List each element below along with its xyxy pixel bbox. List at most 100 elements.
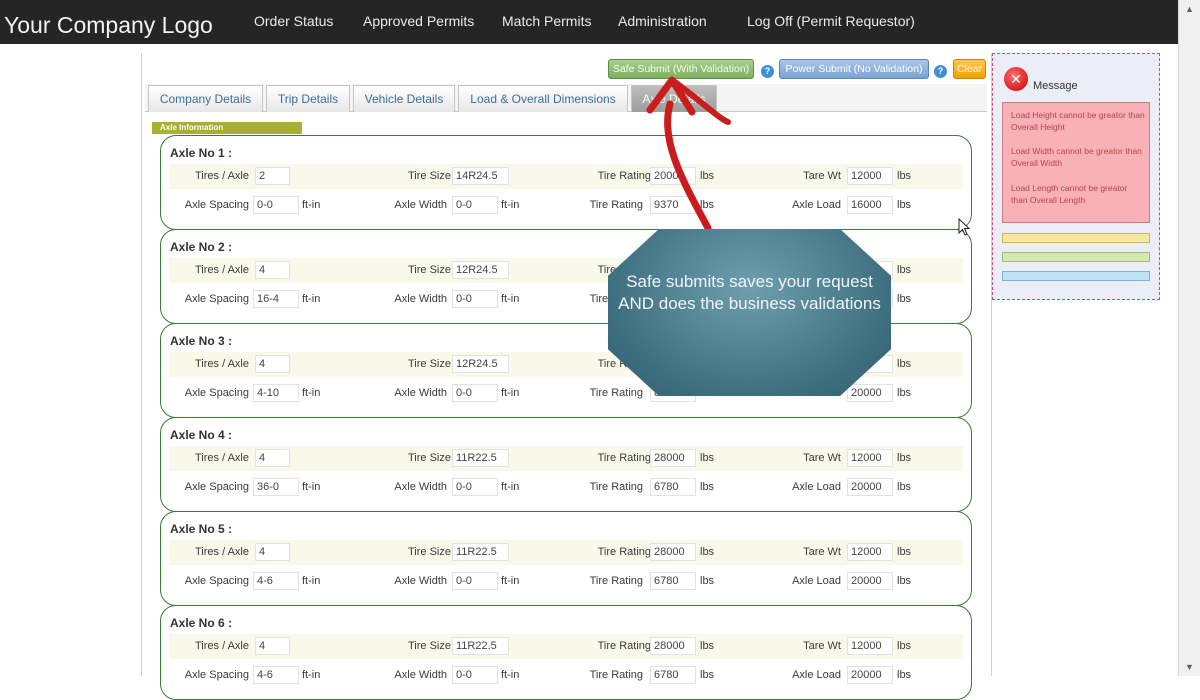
- vertical-scrollbar[interactable]: ▲ ▼: [1178, 0, 1200, 676]
- axle-load-input[interactable]: 20000: [847, 478, 893, 496]
- axle-field-row: Axle Spacing 36-0 ft-in Axle Width 0-0 ft-in T…: [169, 475, 963, 500]
- tare-weight-input[interactable]: 12000: [847, 543, 893, 561]
- info-bar: [1002, 271, 1150, 281]
- tare-weight-unit: lbs: [897, 358, 912, 370]
- axle-spacing-input[interactable]: 0-0: [253, 196, 299, 214]
- success-bar: [1002, 252, 1150, 262]
- axle-load-label: Axle Load: [792, 575, 841, 587]
- tires-per-axle-input[interactable]: 4: [255, 261, 290, 279]
- axle-load-input[interactable]: 20000: [847, 384, 893, 402]
- axle-tire-rating-input[interactable]: 6780: [650, 666, 696, 684]
- axle-width-input[interactable]: 0-0: [452, 384, 498, 402]
- tare-weight-unit: lbs: [897, 640, 912, 652]
- axle-spacing-label: Axle Spacing: [184, 481, 249, 493]
- tire-rating-input[interactable]: 28000: [650, 449, 696, 467]
- tires-per-axle-label: Tires / Axle: [195, 452, 249, 464]
- axle-width-unit: ft-in: [501, 481, 520, 493]
- power-submit-button[interactable]: Power Submit (No Validation): [779, 59, 929, 79]
- nav-match-permits[interactable]: Match Permits: [502, 13, 591, 29]
- axle-card: Axle No 6 : Tires / Axle 4 Tire Size 11R22.5…: [160, 605, 972, 700]
- tire-size-input[interactable]: 11R22.5: [452, 449, 509, 467]
- axle-spacing-input[interactable]: 4-6: [253, 572, 299, 590]
- axle-spacing-label: Axle Spacing: [184, 575, 249, 587]
- tire-rating-input[interactable]: 28000: [650, 637, 696, 655]
- axle-width-input[interactable]: 0-0: [452, 478, 498, 496]
- scroll-up-icon[interactable]: ▲: [1185, 4, 1194, 14]
- axle-load-input[interactable]: 16000: [847, 196, 893, 214]
- axle-title: Axle No 6 :: [170, 616, 233, 630]
- axle-spacing-unit: ft-in: [302, 481, 321, 493]
- axle-spacing-unit: ft-in: [302, 669, 321, 681]
- tab-vehicle-details[interactable]: Vehicle Details: [353, 85, 455, 112]
- callout-arrow-icon: [646, 76, 731, 232]
- axle-load-input[interactable]: 20000: [847, 666, 893, 684]
- tire-size-input[interactable]: 11R22.5: [452, 543, 509, 561]
- axle-width-unit: ft-in: [501, 293, 520, 305]
- power-submit-help-icon[interactable]: ?: [934, 65, 947, 78]
- axle-load-unit: lbs: [897, 669, 912, 681]
- clear-button[interactable]: Clear: [953, 59, 986, 79]
- axle-spacing-input[interactable]: 36-0: [253, 478, 299, 496]
- tire-size-input[interactable]: 11R22.5: [452, 637, 509, 655]
- axle-spacing-label: Axle Spacing: [184, 387, 249, 399]
- mouse-pointer-icon: [958, 218, 971, 236]
- axle-load-label: Axle Load: [792, 481, 841, 493]
- tare-weight-unit: lbs: [897, 546, 912, 558]
- axle-tire-rating-label: Tire Rating: [589, 669, 643, 681]
- axle-spacing-unit: ft-in: [302, 199, 321, 211]
- error-message: Load Length cannot be greator than Overa…: [1011, 183, 1128, 205]
- tare-weight-input[interactable]: 12000: [847, 167, 893, 185]
- tire-rating-unit: lbs: [700, 452, 715, 464]
- tare-weight-input[interactable]: 12000: [847, 637, 893, 655]
- axle-spacing-input[interactable]: 4-6: [253, 666, 299, 684]
- tire-rating-unit: lbs: [700, 640, 715, 652]
- axle-width-label: Axle Width: [394, 669, 447, 681]
- tires-per-axle-label: Tires / Axle: [195, 264, 249, 276]
- axle-spacing-input[interactable]: 16-4: [253, 290, 299, 308]
- tires-per-axle-input[interactable]: 4: [255, 637, 290, 655]
- axle-tire-rating-label: Tire Rating: [589, 575, 643, 587]
- axle-load-input[interactable]: 20000: [847, 572, 893, 590]
- tire-size-input[interactable]: 14R24.5: [452, 167, 509, 185]
- tare-weight-input[interactable]: 12000: [847, 449, 893, 467]
- nav-approved-permits[interactable]: Approved Permits: [363, 13, 474, 29]
- axle-width-input[interactable]: 0-0: [452, 290, 498, 308]
- axle-tire-rating-input[interactable]: 6780: [650, 572, 696, 590]
- tires-per-axle-input[interactable]: 4: [255, 355, 290, 373]
- axle-width-input[interactable]: 0-0: [452, 572, 498, 590]
- axle-width-input[interactable]: 0-0: [452, 196, 498, 214]
- tires-per-axle-label: Tires / Axle: [195, 358, 249, 370]
- axle-field-row: Tires / Axle 4 Tire Size 11R22.5 Tire Rating…: [169, 540, 963, 565]
- company-logo[interactable]: Your Company Logo: [4, 12, 213, 39]
- tire-size-input[interactable]: 12R24.5: [452, 261, 509, 279]
- tire-size-label: Tire Size: [408, 358, 451, 370]
- axle-width-input[interactable]: 0-0: [452, 666, 498, 684]
- tires-per-axle-input[interactable]: 4: [255, 449, 290, 467]
- axle-tire-rating-input[interactable]: 6780: [650, 478, 696, 496]
- axle-width-unit: ft-in: [501, 575, 520, 587]
- tab-trip-details[interactable]: Trip Details: [266, 85, 350, 112]
- nav-administration[interactable]: Administration: [618, 13, 707, 29]
- tires-per-axle-input[interactable]: 4: [255, 543, 290, 561]
- tires-per-axle-input[interactable]: 2: [255, 167, 290, 185]
- tab-company-details[interactable]: Company Details: [148, 85, 263, 112]
- tire-size-label: Tire Size: [408, 546, 451, 558]
- axle-tire-rating-unit: lbs: [700, 575, 715, 587]
- nav-log-off[interactable]: Log Off (Permit Requestor): [747, 13, 915, 29]
- nav-order-status[interactable]: Order Status: [254, 13, 333, 29]
- scroll-down-icon[interactable]: ▼: [1185, 662, 1194, 672]
- axle-field-row: Tires / Axle 2 Tire Size 14R24.5 Tire Rating…: [169, 164, 963, 189]
- tire-rating-label: Tire Rating: [597, 640, 651, 652]
- axle-width-label: Axle Width: [394, 387, 447, 399]
- axle-spacing-unit: ft-in: [302, 387, 321, 399]
- axle-title: Axle No 1 :: [170, 146, 233, 160]
- tire-rating-input[interactable]: 28000: [650, 543, 696, 561]
- error-message: Load Width cannot be greator than Overal…: [1011, 146, 1142, 168]
- axle-width-label: Axle Width: [394, 199, 447, 211]
- tire-size-input[interactable]: 12R24.5: [452, 355, 509, 373]
- axle-spacing-input[interactable]: 4-10: [253, 384, 299, 402]
- axle-width-unit: ft-in: [501, 199, 520, 211]
- axle-spacing-label: Axle Spacing: [184, 293, 249, 305]
- safe-submit-help-icon[interactable]: ?: [761, 65, 774, 78]
- axle-load-unit: lbs: [897, 199, 912, 211]
